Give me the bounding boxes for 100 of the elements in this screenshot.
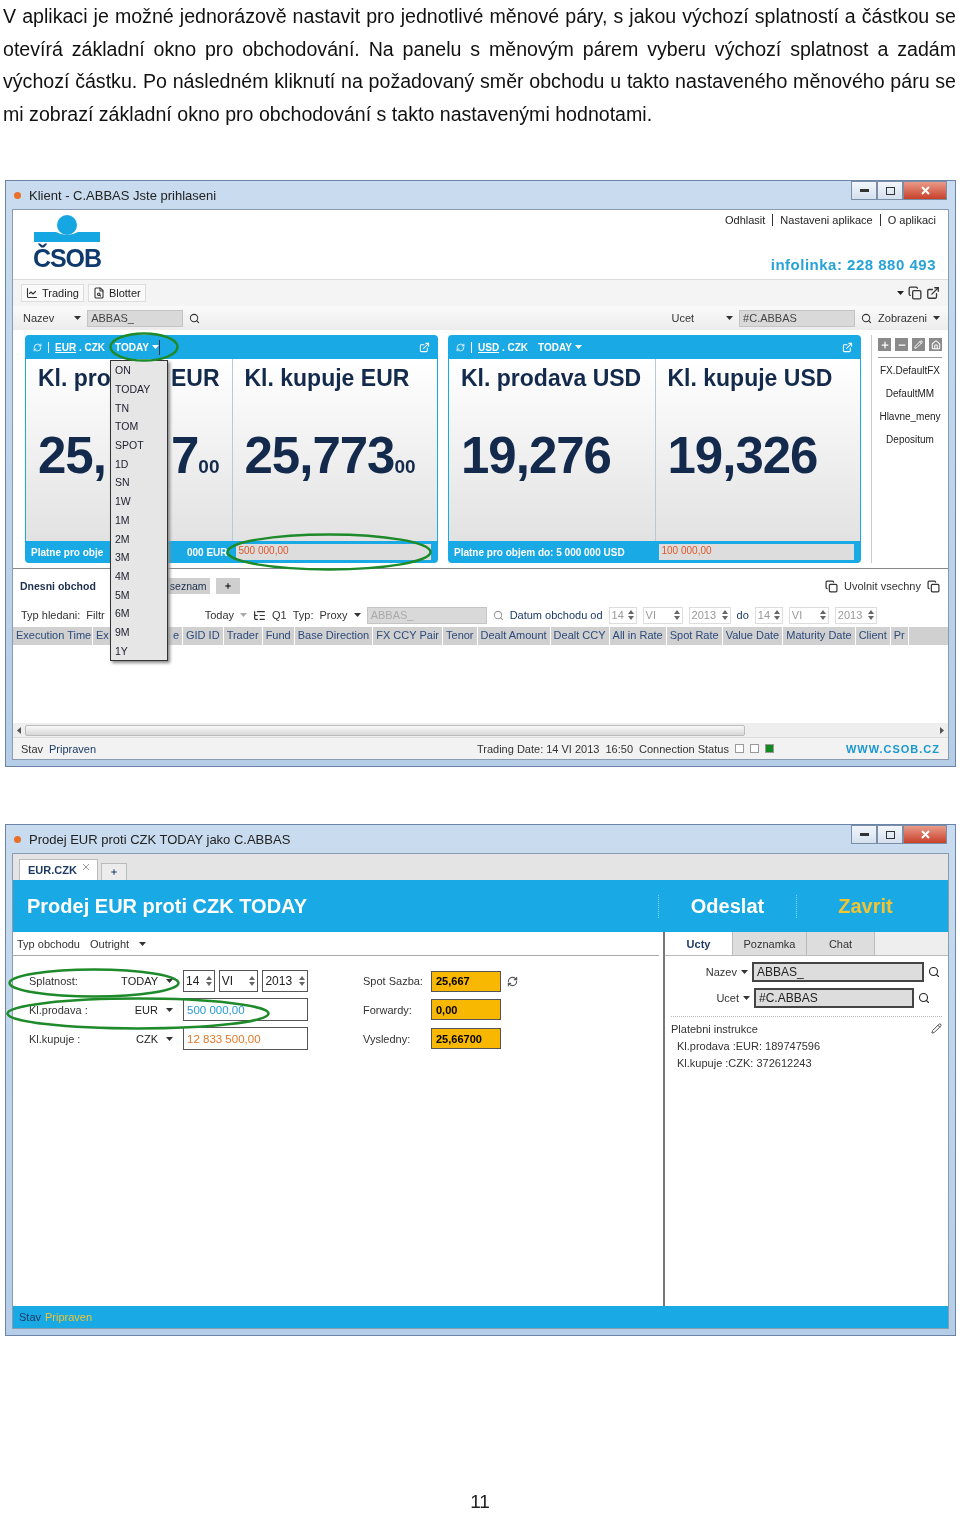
toolbar-tab[interactable]: Blotter bbox=[87, 284, 146, 302]
profile-item[interactable]: FX.DefaultFX bbox=[878, 358, 942, 381]
add-tab-button[interactable] bbox=[100, 863, 127, 880]
menu-item[interactable]: TOM bbox=[115, 417, 163, 436]
menu-item[interactable]: 1M bbox=[115, 510, 163, 530]
spinner-icon bbox=[205, 975, 212, 987]
column-header[interactable]: Tenor bbox=[443, 627, 478, 645]
home-button[interactable] bbox=[929, 338, 942, 351]
sell-rate[interactable]: 25, bbox=[38, 426, 106, 485]
caret-icon bbox=[166, 979, 173, 983]
column-header[interactable]: Fund bbox=[262, 627, 295, 645]
name-field[interactable]: ABBAS_ bbox=[752, 962, 924, 982]
column-header[interactable]: FX CCY Pair bbox=[373, 627, 443, 645]
field-label: Datum obchodu od bbox=[509, 609, 603, 621]
side-tab[interactable]: Chat bbox=[807, 932, 875, 955]
column-header[interactable]: Execution Time bbox=[13, 627, 93, 645]
search-type-value[interactable]: Filtr bbox=[86, 609, 105, 621]
period-select[interactable]: Today bbox=[204, 609, 234, 621]
column-header[interactable]: Maturity Date bbox=[783, 627, 856, 645]
menu-item[interactable]: SPOT bbox=[115, 435, 163, 455]
swap-icon bbox=[33, 342, 42, 352]
maximize-button[interactable] bbox=[877, 825, 903, 844]
header-link[interactable]: O aplikaci bbox=[879, 214, 936, 226]
menu-item[interactable]: 2M bbox=[115, 529, 163, 548]
menu-item[interactable]: ON bbox=[115, 361, 163, 380]
menu-item[interactable]: 5M bbox=[115, 585, 163, 604]
column-header[interactable]: Dealt CCY bbox=[550, 627, 610, 645]
sell-label[interactable]: Kl. prodava USD bbox=[461, 365, 642, 392]
menu-item[interactable]: 3M bbox=[115, 547, 163, 567]
pair-tab[interactable]: EUR.CZK bbox=[19, 859, 98, 880]
column-header[interactable]: Base Direction bbox=[294, 627, 374, 645]
trade-list-tab[interactable]: Dnesni obchod bbox=[17, 578, 99, 594]
settlement-select[interactable]: TODAY bbox=[113, 975, 183, 987]
side-tab[interactable]: Poznamka bbox=[733, 932, 807, 955]
connection-label: Connection Status bbox=[639, 742, 729, 755]
caret-icon bbox=[139, 941, 147, 946]
menu-item[interactable]: 1W bbox=[115, 491, 163, 511]
add-tab-button[interactable] bbox=[215, 578, 240, 594]
query-label: Q1 bbox=[272, 609, 287, 621]
column-header[interactable]: Dealt Amount bbox=[477, 627, 551, 645]
sell-rate[interactable]: 19,276 bbox=[461, 426, 611, 485]
account-field[interactable]: #C.ABBAS bbox=[739, 309, 856, 327]
edit-button[interactable] bbox=[912, 338, 925, 351]
buy-label[interactable]: Kl. kupuje USD bbox=[667, 365, 848, 392]
trade-type-select[interactable]: Outright bbox=[90, 937, 130, 950]
column-header[interactable]: Value Date bbox=[722, 627, 784, 645]
column-header[interactable]: Trader bbox=[223, 627, 263, 645]
menu-item[interactable]: 9M bbox=[115, 622, 163, 642]
buy-label[interactable]: Kl. kupuje EUR bbox=[244, 365, 425, 392]
profile-item[interactable]: Depositum bbox=[878, 427, 942, 450]
caret-icon bbox=[74, 316, 82, 320]
currency-select[interactable]: CZK bbox=[113, 1032, 183, 1045]
trade-list-tab[interactable]: seznam bbox=[166, 578, 210, 594]
payment-instruction: Kl.kupuje :CZK: 372612243 bbox=[676, 1057, 813, 1069]
minimize-button[interactable] bbox=[851, 825, 877, 844]
side-tab[interactable]: Ucty bbox=[665, 932, 733, 955]
close-button[interactable] bbox=[903, 181, 947, 200]
field-label: Typ: bbox=[292, 609, 314, 621]
column-header[interactable]: Spot Rate bbox=[666, 627, 723, 645]
sell-label[interactable]: Kl. pro bbox=[38, 365, 111, 392]
remove-button[interactable] bbox=[895, 338, 908, 351]
column-header[interactable]: Pr bbox=[890, 627, 909, 645]
scrollbar-thumb[interactable] bbox=[25, 724, 745, 736]
profile-item[interactable]: DefaultMM bbox=[878, 381, 942, 404]
menu-item[interactable]: SN bbox=[115, 473, 163, 492]
spin-field[interactable]: 14 bbox=[183, 970, 215, 992]
column-header[interactable]: Client bbox=[855, 627, 891, 645]
header-link[interactable]: Nastaveni aplikace bbox=[772, 214, 880, 226]
close-icon bbox=[920, 830, 930, 839]
menu-item[interactable]: TODAY bbox=[115, 379, 163, 399]
release-all-link[interactable]: Uvolnit vsechny bbox=[843, 580, 921, 592]
name-field[interactable]: ABBAS_ bbox=[87, 309, 184, 327]
type-select[interactable]: Proxy bbox=[319, 609, 348, 621]
toolbar-tab[interactable]: Trading bbox=[21, 284, 84, 302]
sell-label[interactable]: EUR bbox=[170, 365, 220, 392]
sell-rate[interactable]: 700 bbox=[171, 426, 220, 485]
currency-select[interactable]: EUR bbox=[113, 1003, 183, 1016]
add-button[interactable] bbox=[878, 338, 891, 351]
plus-icon bbox=[109, 868, 118, 876]
menu-item[interactable]: TN bbox=[115, 398, 163, 418]
trading-date: Trading Date: 14 VI 2013 bbox=[476, 742, 600, 755]
account-field[interactable]: #C.ABBAS bbox=[754, 988, 914, 1008]
column-header[interactable]: GID ID bbox=[183, 627, 224, 645]
column-header[interactable]: All in Rate bbox=[609, 627, 667, 645]
view-menu[interactable]: Zobrazeni bbox=[878, 312, 927, 324]
menu-item[interactable]: 1Y bbox=[115, 641, 163, 660]
menu-item[interactable]: 4M bbox=[115, 566, 163, 586]
menu-item[interactable]: 6M bbox=[115, 603, 163, 623]
maximize-icon bbox=[885, 830, 895, 839]
menu-item[interactable]: 1D bbox=[115, 454, 163, 474]
spin-field[interactable]: 2013 bbox=[262, 970, 308, 992]
close-button[interactable] bbox=[903, 825, 947, 844]
field-label: Kl.prodava : bbox=[29, 1003, 89, 1016]
spin-field[interactable]: VI bbox=[218, 970, 259, 992]
profile-item[interactable]: Hlavne_meny bbox=[878, 404, 942, 427]
minimize-button[interactable] bbox=[851, 181, 877, 200]
buy-rate[interactable]: 25,77300 bbox=[244, 426, 425, 485]
maximize-button[interactable] bbox=[877, 181, 903, 200]
buy-rate[interactable]: 19,326 bbox=[667, 426, 848, 485]
header-link[interactable]: Odhlasit bbox=[718, 214, 773, 226]
